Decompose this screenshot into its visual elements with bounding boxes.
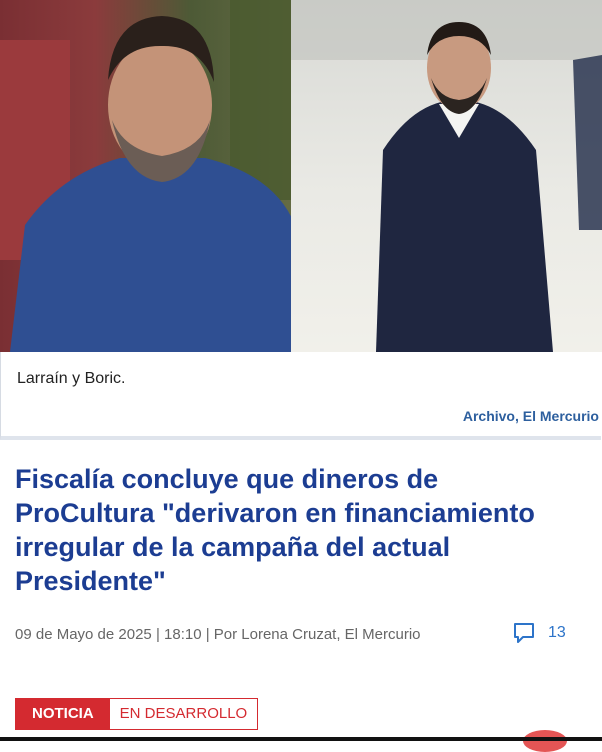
bottom-partial-element bbox=[523, 730, 567, 752]
photo-right bbox=[291, 0, 602, 352]
comment-count[interactable]: 13 bbox=[548, 624, 566, 642]
photo-right-illustration bbox=[291, 0, 602, 352]
photo-left-illustration bbox=[0, 0, 318, 352]
photo-caption: Larraín y Boric. bbox=[17, 370, 126, 387]
photo-caption-box: Larraín y Boric. Archivo, El Mercurio bbox=[0, 352, 601, 440]
badge-en-desarrollo: EN DESARROLLO bbox=[109, 699, 258, 729]
badge-noticia: NOTICIA bbox=[16, 699, 110, 729]
photo-strip bbox=[0, 0, 602, 352]
comments-button[interactable]: 13 bbox=[512, 622, 566, 644]
photo-credit: Archivo, El Mercurio bbox=[462, 408, 599, 424]
photo-left bbox=[0, 0, 318, 352]
article-meta: 09 de Mayo de 2025 | 18:10 | Por Lorena … bbox=[15, 626, 421, 643]
status-badge: NOTICIA EN DESARROLLO bbox=[15, 698, 259, 730]
speech-bubble-icon[interactable] bbox=[512, 622, 536, 644]
article-headline[interactable]: Fiscalía concluye que dineros de ProCult… bbox=[15, 462, 575, 598]
bottom-border bbox=[0, 737, 602, 741]
